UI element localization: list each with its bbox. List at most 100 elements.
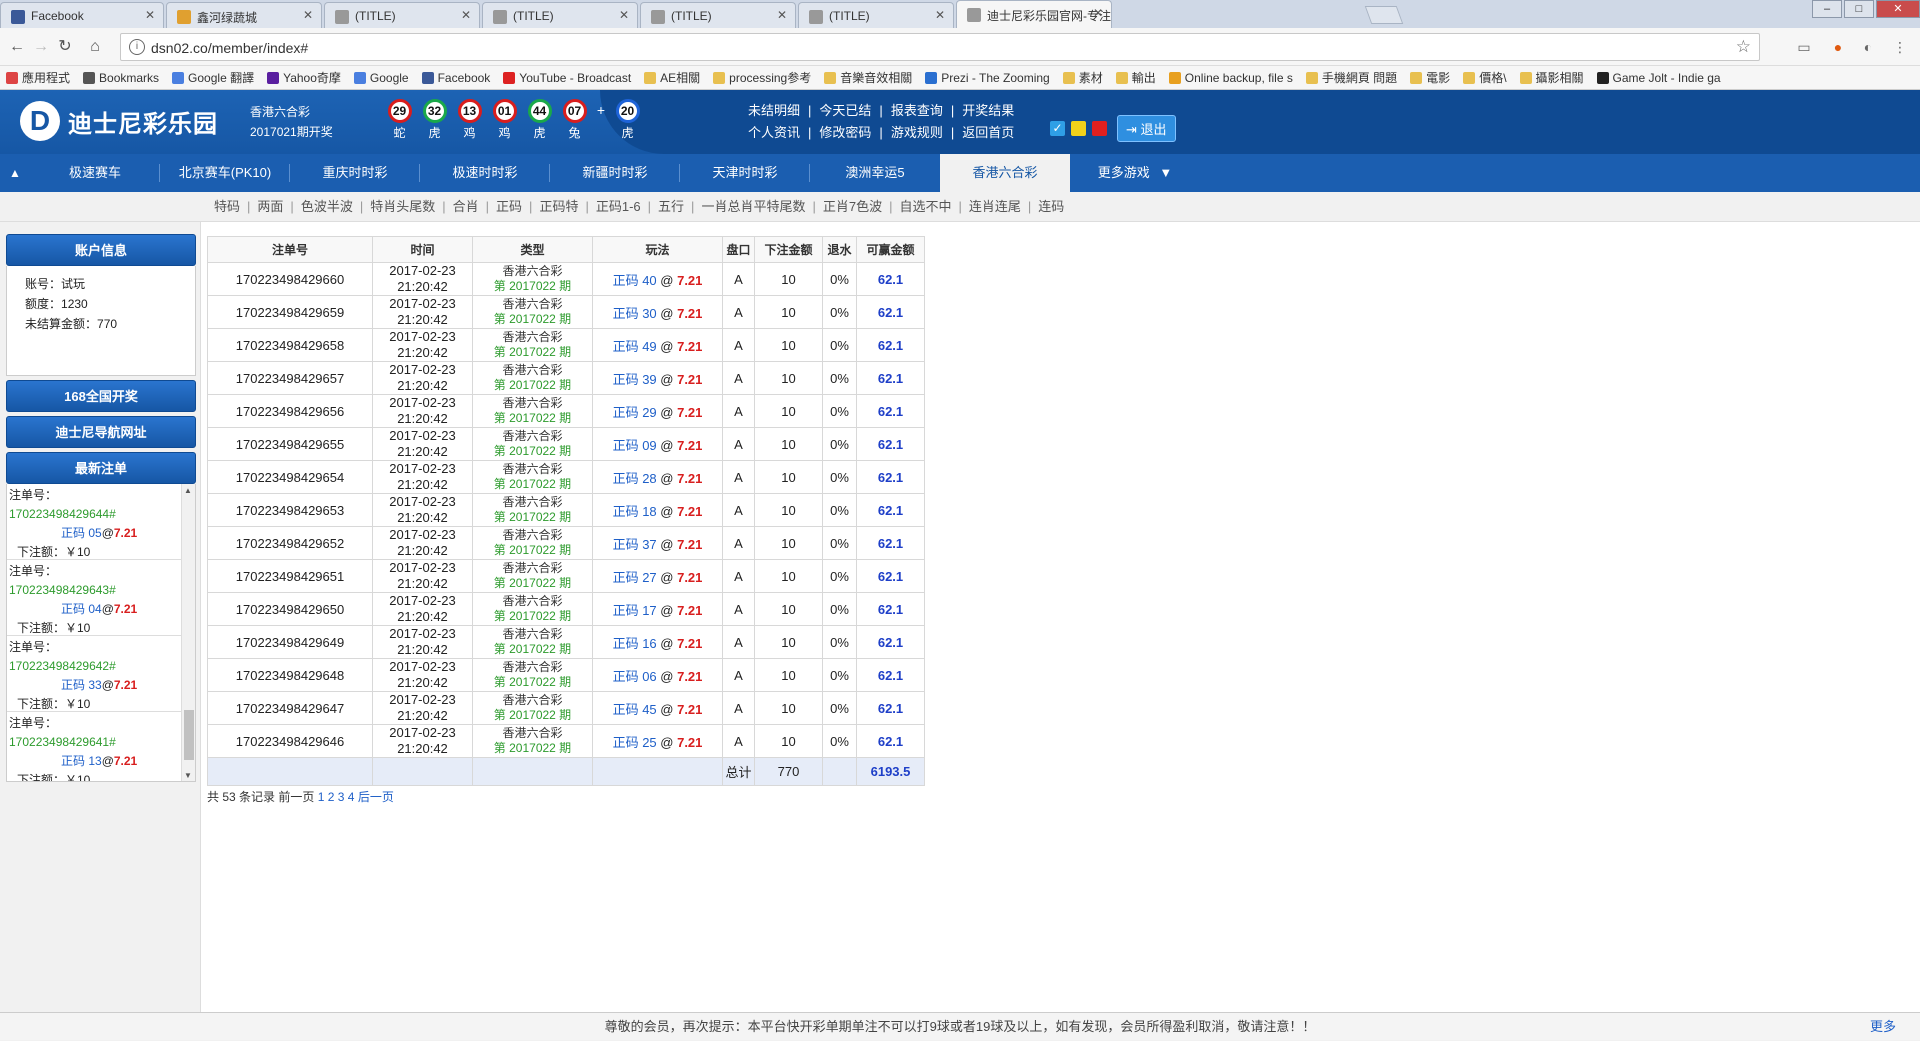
browser-tab[interactable]: (TITLE) ✕ [482, 2, 638, 28]
bookmark-item[interactable]: YouTube - Broadcast [497, 66, 638, 89]
subnav-item[interactable]: 正码1-6 [596, 199, 641, 214]
bet-time: 21:20:42 [397, 279, 448, 294]
bookmark-item[interactable]: 電影 [1404, 66, 1457, 89]
subnav-item[interactable]: 连肖连尾 [969, 199, 1021, 214]
subnav-item[interactable]: 一肖总肖平特尾数 [701, 199, 805, 214]
maximize-button[interactable]: □ [1844, 0, 1874, 18]
browser-tab[interactable]: (TITLE) ✕ [640, 2, 796, 28]
pager-page-link[interactable]: 3 [338, 790, 345, 804]
bookmark-item[interactable]: 手機網頁 問題 [1300, 66, 1404, 89]
pager-next-link[interactable]: 后一页 [358, 790, 394, 804]
browser-tab[interactable]: 鑫河绿蔬城 ✕ [166, 2, 322, 28]
yellow-theme-icon[interactable] [1071, 121, 1086, 136]
home-icon[interactable]: ⌂ [84, 36, 106, 58]
header-link[interactable]: 今天已结 [819, 103, 871, 118]
subnav-item[interactable]: 色波半波 [301, 199, 353, 214]
bookmark-item[interactable]: 攝影相關 [1514, 66, 1591, 89]
browser-tab[interactable]: (TITLE) ✕ [798, 2, 954, 28]
minimize-button[interactable]: – [1812, 0, 1842, 18]
bookmark-label: AE相關 [660, 71, 701, 85]
site-logo[interactable]: D 迪士尼彩乐园 [20, 98, 218, 144]
subnav-item[interactable]: 正肖7色波 [823, 199, 882, 214]
bookmark-label: Online backup, file s [1184, 71, 1293, 85]
tab-close-icon[interactable]: ✕ [1093, 6, 1103, 20]
subnav-item[interactable]: 合肖 [453, 199, 479, 214]
subnav-item[interactable]: 特肖头尾数 [370, 199, 435, 214]
header-link[interactable]: 未结明细 [748, 103, 800, 118]
bookmark-item[interactable]: 輸出 [1110, 66, 1163, 89]
check-icon[interactable]: ✓ [1050, 121, 1065, 136]
scroll-up-icon[interactable]: ▲ [184, 486, 192, 495]
scroll-down-icon[interactable]: ▼ [184, 771, 192, 780]
national-draw-button[interactable]: 168全国开奖 [6, 380, 196, 412]
reload-icon[interactable]: ↻ [54, 36, 76, 58]
header-link[interactable]: 返回首页 [962, 125, 1014, 140]
new-tab-button[interactable] [1364, 6, 1404, 24]
navigation-url-button[interactable]: 迪士尼导航网址 [6, 416, 196, 448]
tab-close-icon[interactable]: ✕ [777, 8, 787, 22]
bookmark-item[interactable]: processing参考 [707, 66, 818, 89]
pager-page-link[interactable]: 1 [318, 790, 325, 804]
extension-fire-icon[interactable]: ● [1828, 37, 1848, 57]
browser-tab[interactable]: Facebook ✕ [0, 2, 164, 28]
bookmark-item[interactable]: 音樂音效相關 [818, 66, 919, 89]
game-tab[interactable]: 香港六合彩 [940, 154, 1070, 192]
game-tab[interactable]: 天津时时彩 [680, 154, 810, 192]
cast-icon[interactable]: ▭ [1794, 37, 1814, 57]
logout-button[interactable]: ⇥ 退出 [1117, 115, 1176, 142]
info-icon[interactable]: i [129, 39, 145, 55]
header-link[interactable]: 开奖结果 [962, 103, 1014, 118]
bookmark-item[interactable]: AE相關 [638, 66, 707, 89]
bookmark-item[interactable]: Yahoo奇摩 [261, 66, 348, 89]
recent-scrollbar[interactable]: ▲ ▼ [181, 484, 195, 781]
tab-close-icon[interactable]: ✕ [145, 8, 155, 22]
bookmark-item[interactable]: Google 翻譯 [166, 66, 261, 89]
bookmark-item[interactable]: 價格\ [1457, 66, 1513, 89]
close-window-button[interactable]: ✕ [1876, 0, 1920, 18]
forward-icon[interactable]: → [30, 36, 52, 58]
bookmark-item[interactable]: Bookmarks [77, 66, 166, 89]
game-tab[interactable]: 新疆时时彩 [550, 154, 680, 192]
header-link[interactable]: 个人资讯 [748, 125, 800, 140]
header-link[interactable]: 游戏规则 [891, 125, 943, 140]
game-tab[interactable]: 重庆时时彩 [290, 154, 420, 192]
game-tab[interactable]: 北京赛车(PK10) [160, 154, 290, 192]
browser-tab[interactable]: (TITLE) ✕ [324, 2, 480, 28]
tab-close-icon[interactable]: ✕ [935, 8, 945, 22]
bookmark-item[interactable]: Facebook [416, 66, 498, 89]
tab-close-icon[interactable]: ✕ [619, 8, 629, 22]
game-tab[interactable]: 澳洲幸运5 [810, 154, 940, 192]
game-tab[interactable]: 更多游戏 ▼ [1070, 154, 1200, 192]
scroll-thumb[interactable] [184, 710, 194, 760]
pager-page-link[interactable]: 2 [328, 790, 335, 804]
bookmark-item[interactable]: 應用程式 [0, 66, 77, 89]
subnav-item[interactable]: 两面 [257, 199, 283, 214]
back-icon[interactable]: ← [6, 36, 28, 58]
header-link[interactable]: 报表查询 [891, 103, 943, 118]
red-theme-icon[interactable] [1092, 121, 1107, 136]
pager-page-link[interactable]: 4 [348, 790, 355, 804]
extension-globe-icon[interactable]: ◐ [1858, 37, 1878, 57]
browser-tab[interactable]: 迪士尼彩乐园官网-专注 ✕ [956, 0, 1112, 28]
subnav-item[interactable]: 自选不中 [899, 199, 951, 214]
menu-icon[interactable]: ⋮ [1890, 37, 1910, 57]
collapse-nav-icon[interactable]: ▲ [0, 154, 30, 192]
subnav-item[interactable]: 连码 [1038, 199, 1064, 214]
subnav-item[interactable]: 正码 [496, 199, 522, 214]
footer-more-link[interactable]: 更多 [1870, 1013, 1896, 1041]
bookmark-item[interactable]: Game Jolt - Indie ga [1591, 66, 1728, 89]
bookmark-item[interactable]: Google [348, 66, 416, 89]
game-tab[interactable]: 极速时时彩 [420, 154, 550, 192]
subnav-item[interactable]: 特码 [214, 199, 240, 214]
bookmark-item[interactable]: 素材 [1057, 66, 1110, 89]
bookmark-star-icon[interactable]: ☆ [1736, 37, 1751, 57]
subnav-item[interactable]: 正码特 [539, 199, 578, 214]
bookmark-item[interactable]: Prezi - The Zooming [919, 66, 1057, 89]
header-link[interactable]: 修改密码 [819, 125, 871, 140]
bookmark-item[interactable]: Online backup, file s [1163, 66, 1300, 89]
tab-close-icon[interactable]: ✕ [461, 8, 471, 22]
tab-close-icon[interactable]: ✕ [303, 8, 313, 22]
subnav-item[interactable]: 五行 [658, 199, 684, 214]
game-tab[interactable]: 极速赛车 [30, 154, 160, 192]
url-field[interactable]: i dsn02.co/member/index# ☆ [120, 33, 1760, 61]
